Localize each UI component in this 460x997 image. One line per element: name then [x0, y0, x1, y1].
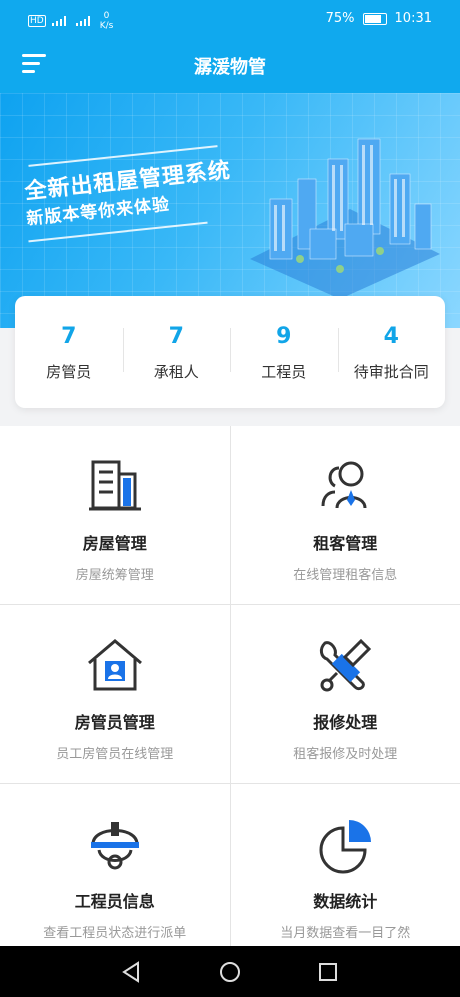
stat-engineers[interactable]: 9 工程员	[230, 296, 338, 408]
stats-card: 7 房管员 7 承租人 9 工程员 4 待审批合同	[15, 296, 445, 408]
clock: 10:31	[394, 11, 432, 26]
tenants-icon	[321, 461, 367, 509]
battery-icon	[362, 12, 387, 25]
recents-icon[interactable]	[316, 960, 340, 984]
stat-value: 7	[168, 324, 184, 349]
battery-percent: 75%	[325, 11, 355, 26]
back-icon[interactable]	[120, 960, 144, 984]
building-icon	[88, 460, 141, 511]
module-house-management[interactable]: 房屋管理 房屋统筹管理	[0, 426, 230, 604]
stat-value: 7	[61, 324, 77, 349]
module-title: 报修处理	[313, 713, 378, 732]
promo-banner[interactable]: 全新出租屋管理系统 新版本等你来体验	[0, 93, 460, 328]
signal-icon-2	[75, 16, 94, 26]
helmet-icon	[90, 822, 139, 870]
module-title: 房管员管理	[74, 713, 155, 732]
module-subtitle: 房屋统筹管理	[75, 568, 154, 583]
module-tenant-management[interactable]: 租客管理 在线管理租客信息	[230, 426, 460, 604]
home-icon[interactable]	[218, 960, 242, 984]
house-person-icon	[87, 639, 142, 691]
stat-label: 待审批合同	[353, 363, 429, 381]
stat-pending-contracts[interactable]: 4 待审批合同	[337, 296, 446, 408]
module-engineer-info[interactable]: 工程员信息 查看工程员状态进行派单	[0, 784, 230, 948]
module-subtitle: 在线管理租客信息	[293, 568, 398, 583]
module-title: 数据统计	[313, 892, 378, 911]
net-speed: 0 K/s	[99, 11, 114, 31]
module-subtitle: 员工房管员在线管理	[56, 747, 174, 762]
hd-icon: HD	[28, 15, 46, 27]
stat-label: 房管员	[46, 363, 92, 381]
module-subtitle: 当月数据查看一目了然	[280, 926, 411, 941]
status-right: 75% 10:31	[326, 11, 432, 26]
wrench-icon	[320, 638, 372, 692]
module-manager-management[interactable]: 房管员管理 员工房管员在线管理	[0, 605, 230, 783]
city-illustration	[250, 138, 440, 299]
module-title: 租客管理	[313, 534, 378, 553]
module-subtitle: 查看工程员状态进行派单	[43, 926, 187, 941]
module-subtitle: 租客报修及时处理	[293, 747, 398, 762]
pie-chart-icon	[319, 820, 372, 874]
status-left: HD 0 K/s	[28, 11, 113, 31]
module-grid: 房屋管理 房屋统筹管理 租客管理 在线管理租客信息 房管员管理 员工房管员在线管…	[0, 426, 460, 948]
module-title: 房屋管理	[82, 534, 147, 553]
stat-value: 9	[276, 324, 292, 349]
stat-tenants[interactable]: 7 承租人	[122, 296, 231, 408]
module-title: 工程员信息	[74, 892, 155, 911]
status-bar: HD 0 K/s 75% 10:31	[0, 0, 460, 38]
system-nav-bar	[0, 946, 460, 997]
stat-label: 承租人	[153, 363, 199, 381]
module-data-stats[interactable]: 数据统计 当月数据查看一目了然	[230, 784, 460, 948]
module-repair-handling[interactable]: 报修处理 租客报修及时处理	[230, 605, 460, 783]
stat-housing-managers[interactable]: 7 房管员	[15, 296, 123, 408]
signal-icon	[51, 16, 70, 26]
stat-value: 4	[383, 324, 399, 349]
app-header: 潺湲物管	[0, 38, 460, 93]
stat-label: 工程员	[261, 363, 307, 381]
page-title: 潺湲物管	[194, 57, 266, 78]
